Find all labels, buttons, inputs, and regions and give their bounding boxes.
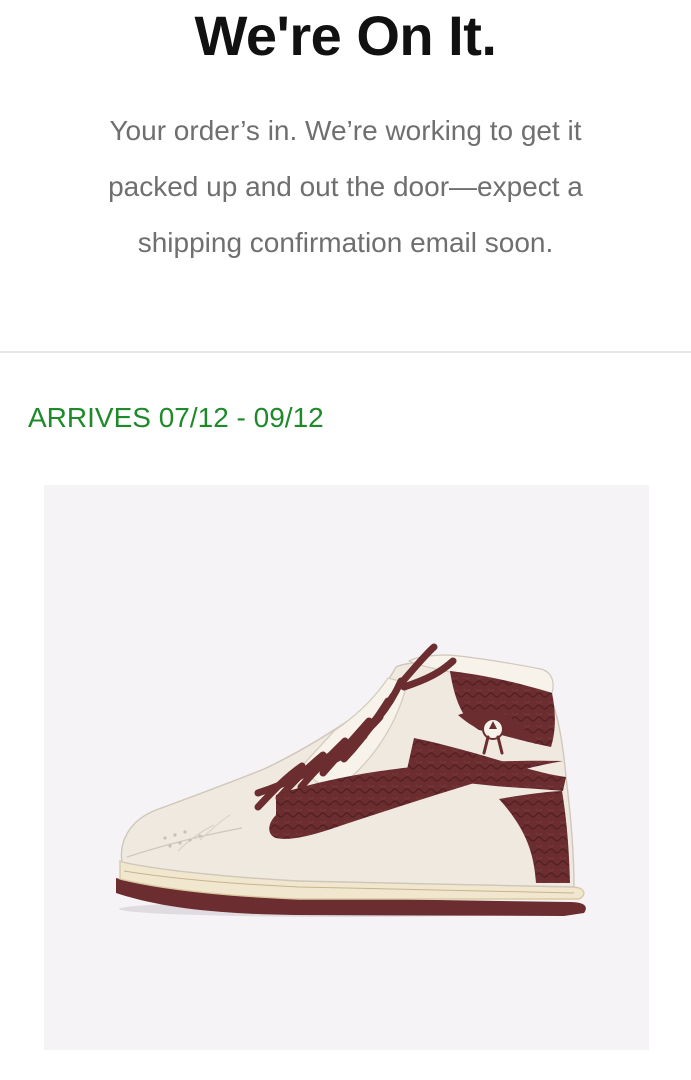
section-divider	[0, 351, 691, 353]
arrival-date: ARRIVES 07/12 - 09/12	[28, 402, 324, 433]
sneaker-image[interactable]	[44, 485, 649, 1050]
order-confirmation-header: We're On It. Your order’s in. We’re work…	[0, 0, 691, 352]
page-title: We're On It.	[194, 4, 497, 67]
product-card[interactable]	[44, 485, 649, 1050]
confirmation-message: Your order’s in. We’re working to get it…	[108, 115, 583, 258]
